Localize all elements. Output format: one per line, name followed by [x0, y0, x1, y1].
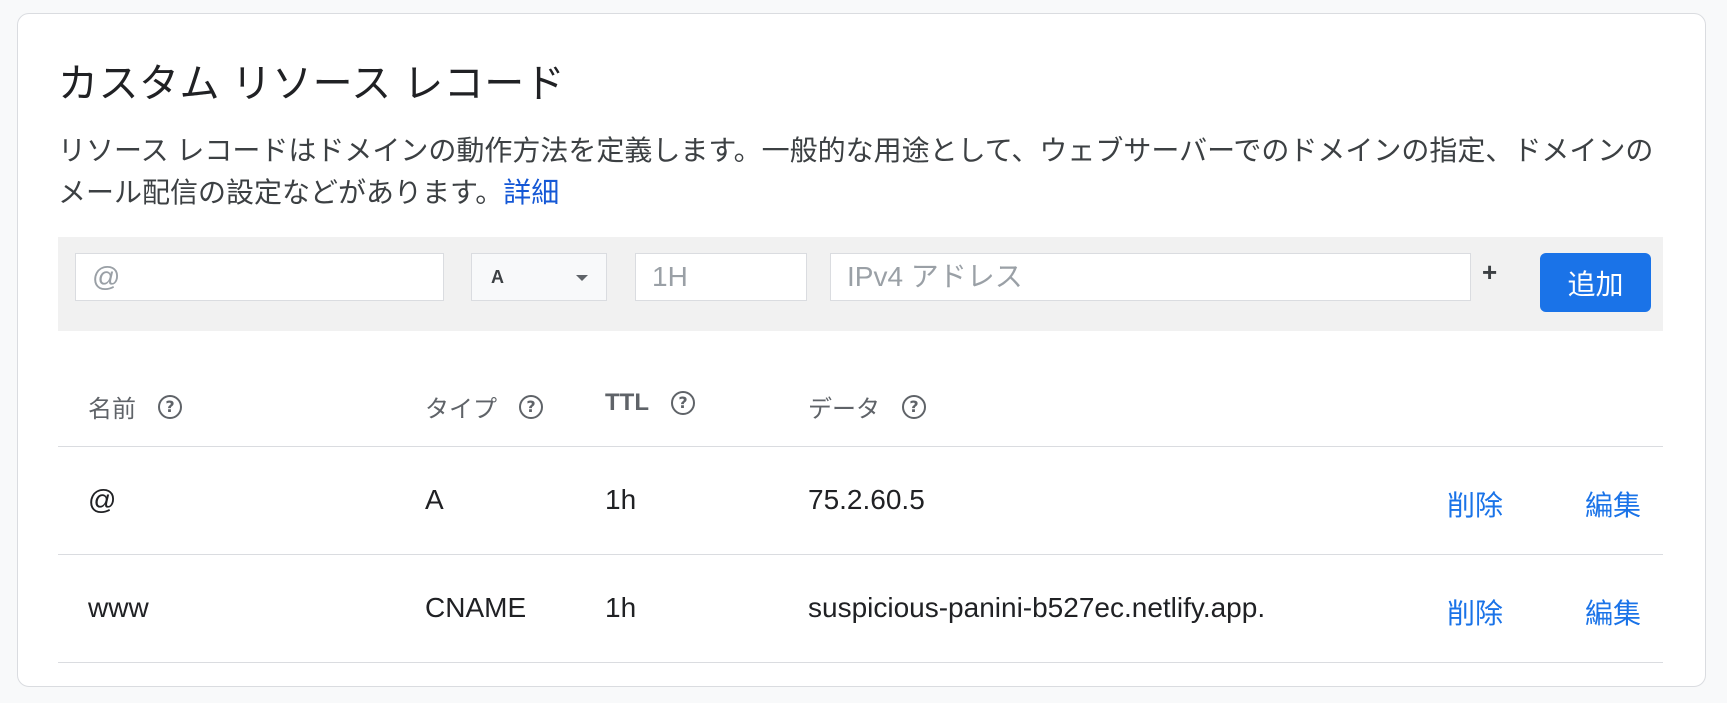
header-type: タイプ ?: [425, 389, 543, 424]
record-ttl: 1h: [605, 592, 637, 623]
add-record-bar: A + 追加: [58, 237, 1663, 331]
header-name: 名前 ?: [88, 389, 182, 424]
type-select-value: A: [491, 267, 504, 287]
header-ttl: TTL ?: [605, 389, 695, 417]
table-row: www CNAME 1h suspicious-panini-b527ec.ne…: [58, 555, 1663, 663]
table-header: 名前 ? タイプ ? TTL ? データ ?: [58, 359, 1663, 447]
help-circle-icon[interactable]: ?: [902, 394, 926, 419]
record-type: A: [425, 484, 444, 515]
data-input[interactable]: [830, 253, 1471, 301]
learn-more-link[interactable]: 詳細: [503, 177, 559, 208]
edit-button[interactable]: 編集: [1585, 484, 1641, 524]
ttl-input[interactable]: [635, 253, 807, 301]
header-name-label: 名前: [88, 396, 136, 423]
record-ttl: 1h: [605, 484, 637, 515]
add-button[interactable]: 追加: [1540, 253, 1651, 312]
delete-button[interactable]: 削除: [1447, 592, 1503, 632]
record-type: CNAME: [425, 592, 527, 623]
delete-button[interactable]: 削除: [1447, 484, 1503, 524]
records-table: 名前 ? タイプ ? TTL ? データ ? @ A 1h 75.2.60.5 …: [58, 359, 1663, 663]
header-ttl-label: TTL: [605, 389, 649, 416]
record-name: @: [88, 484, 117, 515]
type-select[interactable]: A: [471, 253, 607, 301]
header-data-label: データ: [808, 396, 880, 423]
help-circle-icon[interactable]: ?: [158, 394, 182, 419]
header-data: データ ?: [808, 389, 926, 424]
help-circle-icon[interactable]: ?: [670, 391, 695, 415]
header-type-label: タイプ: [425, 396, 497, 423]
section-title: カスタム リソース レコード: [58, 62, 566, 106]
name-input[interactable]: [75, 253, 444, 301]
record-data: 75.2.60.5: [808, 484, 925, 515]
help-circle-icon[interactable]: ?: [519, 394, 543, 419]
add-data-plus-button[interactable]: +: [1482, 257, 1497, 288]
table-row: @ A 1h 75.2.60.5 削除 編集: [58, 447, 1663, 555]
chevron-down-icon: [576, 275, 588, 281]
edit-button[interactable]: 編集: [1585, 592, 1641, 632]
record-data: suspicious-panini-b527ec.netlify.app.: [808, 592, 1266, 623]
section-description: リソース レコードはドメインの動作方法を定義します。一般的な用途として、ウェブサ…: [58, 130, 1678, 214]
record-name: www: [88, 592, 149, 623]
custom-resource-records-card: カスタム リソース レコード リソース レコードはドメインの動作方法を定義します…: [17, 13, 1706, 687]
description-text: リソース レコードはドメインの動作方法を定義します。一般的な用途として、ウェブサ…: [58, 135, 1654, 208]
